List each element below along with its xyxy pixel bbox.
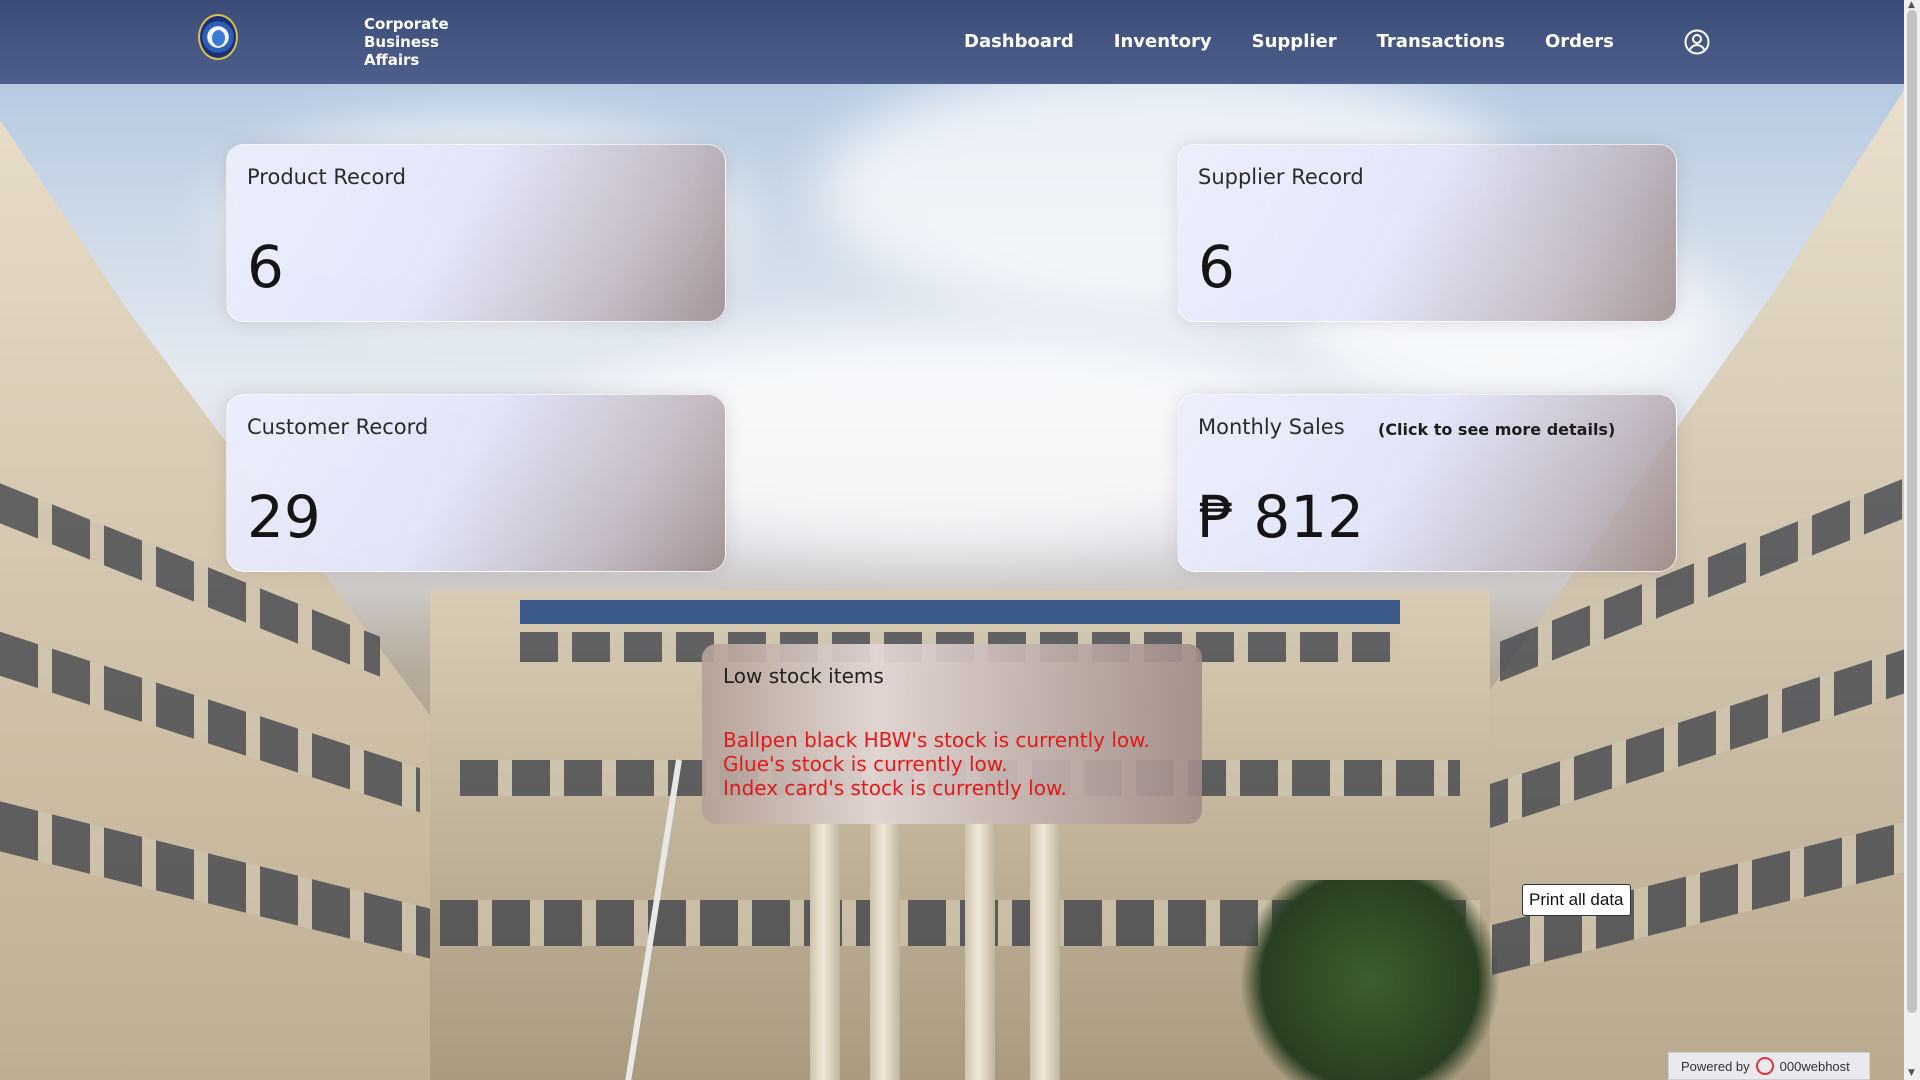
nav-transactions[interactable]: Transactions — [1377, 31, 1505, 52]
nav-dashboard[interactable]: Dashboard — [964, 31, 1074, 52]
nav-supplier[interactable]: Supplier — [1252, 31, 1337, 52]
powered-by-label: Powered by — [1681, 1058, 1750, 1074]
powered-by-badge[interactable]: Powered by 000webhost — [1668, 1052, 1870, 1080]
low-stock-panel: Low stock items Ballpen black HBW's stoc… — [702, 644, 1202, 824]
supplier-record-title: Supplier Record — [1198, 165, 1364, 189]
brand-line-1: Corporate — [364, 15, 449, 33]
scrollbar-thumb[interactable] — [1907, 10, 1917, 1013]
customer-record-card[interactable]: Customer Record 29 — [226, 394, 726, 572]
product-record-count: 6 — [247, 233, 284, 301]
monthly-sales-details-hint[interactable]: (Click to see more details) — [1378, 420, 1615, 439]
monthly-sales-card[interactable]: Monthly Sales (Click to see more details… — [1177, 394, 1677, 572]
print-all-data-button[interactable]: Print all data — [1522, 884, 1631, 916]
low-stock-item: Index card's stock is currently low. — [723, 776, 1067, 800]
user-circle-icon[interactable] — [1684, 29, 1710, 55]
monthly-sales-title: Monthly Sales — [1198, 415, 1345, 439]
monthly-sales-amount: ₱ 812 — [1198, 483, 1365, 551]
brand-name: Corporate Business Affairs — [364, 15, 474, 69]
low-stock-list: Ballpen black HBW's stock is currently l… — [723, 728, 1150, 800]
supplier-record-card[interactable]: Supplier Record 6 — [1177, 144, 1677, 322]
webhost-logo-icon — [1755, 1057, 1774, 1075]
main-nav: Dashboard Inventory Supplier Transaction… — [964, 31, 1654, 52]
customer-record-count: 29 — [247, 483, 321, 551]
scroll-up-arrow-icon[interactable]: ▲ — [1908, 0, 1915, 10]
nav-inventory[interactable]: Inventory — [1114, 31, 1212, 52]
low-stock-item: Glue's stock is currently low. — [723, 752, 1008, 776]
webhost-name: 000webhost — [1779, 1058, 1850, 1074]
low-stock-item: Ballpen black HBW's stock is currently l… — [723, 728, 1151, 752]
customer-record-title: Customer Record — [247, 415, 429, 439]
school-seal-logo[interactable] — [198, 14, 238, 60]
scroll-down-arrow-icon[interactable]: ▼ — [1908, 1068, 1915, 1078]
nav-orders[interactable]: Orders — [1545, 31, 1614, 52]
brand-line-2: Business — [364, 33, 439, 51]
page-scrollbar[interactable]: ▲ ▼ — [1904, 0, 1920, 1080]
supplier-record-count: 6 — [1198, 233, 1235, 301]
brand-line-3: Affairs — [364, 51, 420, 69]
product-record-card[interactable]: Product Record 6 — [226, 144, 726, 322]
top-navbar: Corporate Business Affairs Dashboard Inv… — [0, 0, 1904, 84]
low-stock-title: Low stock items — [723, 664, 884, 688]
product-record-title: Product Record — [247, 165, 406, 189]
